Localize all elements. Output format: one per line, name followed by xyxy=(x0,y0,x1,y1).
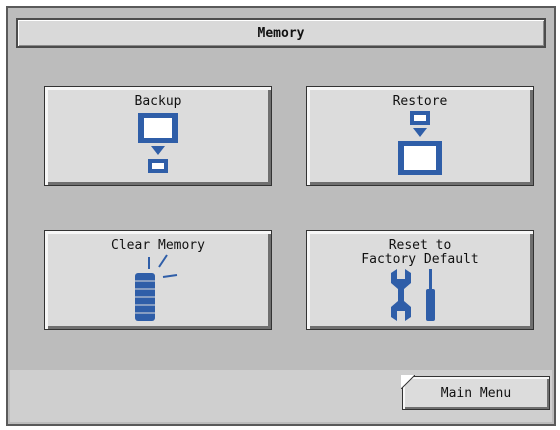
main-menu-button[interactable]: Main Menu xyxy=(401,375,550,410)
page-curl-icon xyxy=(401,375,415,389)
backup-label: Backup xyxy=(134,94,182,109)
main-menu-label: Main Menu xyxy=(440,385,512,401)
reset-factory-default-label: Reset to Factory Default xyxy=(361,238,479,267)
clear-memory-icon xyxy=(45,251,271,323)
reset-factory-default-button[interactable]: Reset to Factory Default xyxy=(306,230,534,330)
reset-tools-icon xyxy=(307,267,533,323)
restore-button[interactable]: Restore xyxy=(306,86,534,186)
backup-button[interactable]: Backup xyxy=(44,86,272,186)
page-title-bar: Memory xyxy=(16,18,546,48)
restore-icon xyxy=(307,109,533,179)
backup-icon xyxy=(45,109,271,179)
memory-screen: Memory Backup Restore Clear Memory Reset… xyxy=(6,6,556,426)
clear-memory-button[interactable]: Clear Memory xyxy=(44,230,272,330)
restore-label: Restore xyxy=(392,94,448,109)
page-title: Memory xyxy=(257,25,305,41)
